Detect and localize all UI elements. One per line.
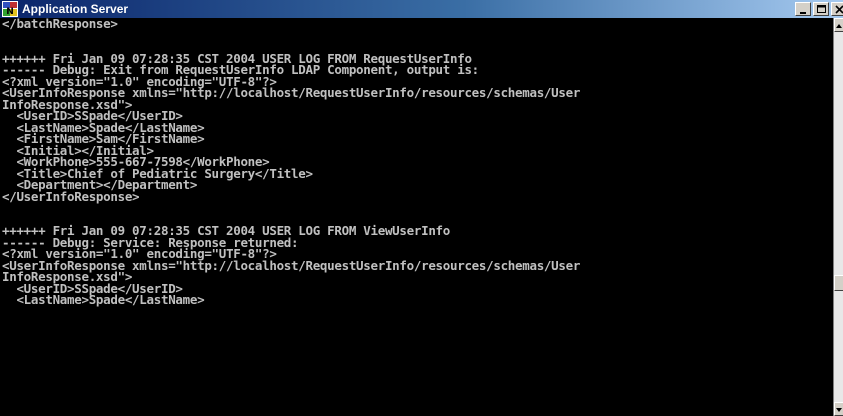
scroll-thumb[interactable] xyxy=(834,275,843,291)
window-controls xyxy=(795,1,843,17)
application-server-window: N Application Server </batchResponse> ++… xyxy=(0,0,843,416)
arrow-up-icon xyxy=(836,24,842,28)
title-bar[interactable]: N Application Server xyxy=(0,0,843,18)
minimize-icon xyxy=(800,12,806,14)
scroll-up-button[interactable] xyxy=(834,18,843,32)
maximize-icon xyxy=(817,5,826,13)
console-line: <LastName>Spade</LastName> xyxy=(2,292,205,307)
scroll-down-button[interactable] xyxy=(834,402,843,416)
console-line: </UserInfoResponse> xyxy=(2,188,140,204)
svg-text:N: N xyxy=(6,7,14,17)
close-button[interactable] xyxy=(831,2,843,16)
close-icon xyxy=(835,5,843,14)
app-server-icon[interactable]: N xyxy=(2,1,18,17)
console-line: </batchResponse> xyxy=(2,18,118,31)
vertical-scrollbar[interactable] xyxy=(833,18,843,416)
minimize-button[interactable] xyxy=(795,2,811,16)
arrow-down-icon xyxy=(836,408,842,412)
window-title: Application Server xyxy=(22,2,129,16)
console-output[interactable]: </batchResponse> ++++++ Fri Jan 09 07:28:… xyxy=(0,18,833,416)
maximize-button[interactable] xyxy=(813,2,829,16)
